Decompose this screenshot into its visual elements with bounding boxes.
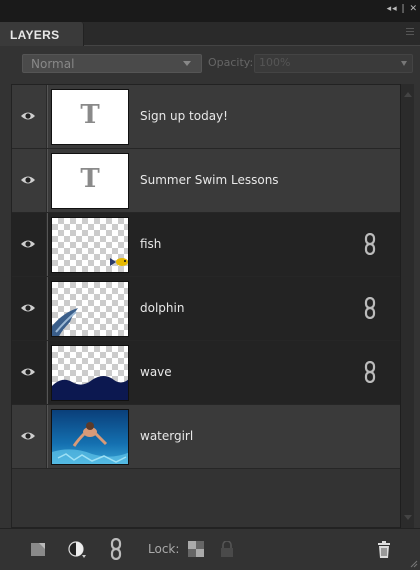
lock-label: Lock:: [148, 542, 180, 556]
resize-grip-icon[interactable]: [408, 558, 418, 568]
scroll-down-icon[interactable]: [404, 515, 412, 520]
eye-icon: [21, 432, 35, 440]
visibility-toggle[interactable]: [12, 85, 47, 148]
scroll-up-icon[interactable]: [404, 92, 412, 97]
layer-row-wave[interactable]: wave: [12, 341, 401, 405]
column-divider: [47, 149, 48, 212]
visibility-toggle[interactable]: [12, 341, 47, 404]
panel-title-bar: ◂◂ | ✕: [0, 0, 420, 22]
layer-name: dolphin: [140, 301, 185, 315]
eye-icon: [21, 304, 35, 312]
link-layers-icon[interactable]: [110, 538, 122, 560]
panel-tab-row: LAYERS: [0, 22, 420, 46]
eye-icon: [21, 176, 35, 184]
eye-icon: [21, 112, 35, 120]
link-icon[interactable]: [364, 361, 376, 383]
layer-thumbnail: [51, 281, 129, 337]
visibility-toggle[interactable]: [12, 277, 47, 340]
layer-name: Sign up today!: [140, 109, 228, 123]
layer-list-scrollbar[interactable]: [400, 84, 414, 528]
trash-icon[interactable]: [376, 541, 392, 558]
layer-row-summer-swim-lessons[interactable]: T Summer Swim Lessons: [12, 149, 401, 213]
blend-mode-value: Normal: [31, 57, 75, 71]
adjustment-layer-icon[interactable]: [68, 541, 88, 559]
column-divider: [47, 405, 48, 468]
opacity-label: Opacity:: [208, 56, 254, 69]
underwater-photo-art: [52, 410, 128, 464]
layer-name: Summer Swim Lessons: [140, 173, 279, 187]
column-divider: [47, 341, 48, 404]
fish-thumbnail-art: [110, 258, 128, 266]
layer-row-fish[interactable]: fish: [12, 213, 401, 277]
lock-all-icon[interactable]: [220, 541, 234, 557]
text-layer-icon: T: [80, 164, 100, 194]
blend-mode-select[interactable]: Normal: [22, 54, 202, 73]
panel-window-controls[interactable]: ◂◂ | ✕: [387, 4, 418, 14]
layer-thumbnail: [51, 345, 129, 401]
layer-name: watergirl: [140, 429, 194, 443]
dolphin-thumbnail-art: [52, 308, 78, 336]
link-icon[interactable]: [364, 233, 376, 255]
layer-name: fish: [140, 237, 162, 251]
tab-layers-label: LAYERS: [10, 28, 60, 42]
text-layer-icon: T: [80, 100, 100, 130]
layer-thumbnail: [51, 217, 129, 273]
eye-icon: [21, 240, 35, 248]
column-divider: [47, 277, 48, 340]
link-icon[interactable]: [364, 297, 376, 319]
layer-row-sign-up-today[interactable]: T Sign up today!: [12, 85, 401, 149]
chevron-down-icon: [401, 61, 407, 66]
visibility-toggle[interactable]: [12, 405, 47, 468]
layer-thumbnail: T: [51, 89, 129, 145]
wave-thumbnail-art: [52, 376, 128, 400]
layer-thumbnail: T: [51, 153, 129, 209]
eye-icon: [21, 368, 35, 376]
layers-toolbar: Lock:: [0, 528, 420, 570]
layer-row-dolphin[interactable]: dolphin: [12, 277, 401, 341]
layer-list: T Sign up today! T Summer Swim Lessons f…: [11, 84, 401, 528]
layer-row-watergirl[interactable]: watergirl: [12, 405, 401, 469]
blend-options-row: Normal Opacity: 100%: [0, 46, 420, 78]
panel-menu-icon[interactable]: [406, 26, 416, 38]
layers-panel: ◂◂ | ✕ LAYERS Normal Opacity: 100% T Sig…: [0, 0, 420, 570]
chevron-down-icon: [183, 61, 191, 66]
visibility-toggle[interactable]: [12, 213, 47, 276]
layer-name: wave: [140, 365, 172, 379]
lock-transparent-pixels-icon[interactable]: [188, 541, 204, 557]
column-divider: [47, 213, 48, 276]
new-layer-icon[interactable]: [30, 541, 46, 557]
visibility-toggle[interactable]: [12, 149, 47, 212]
column-divider: [47, 85, 48, 148]
tab-layers[interactable]: LAYERS: [0, 22, 84, 46]
layer-thumbnail: [51, 409, 129, 465]
opacity-value: 100%: [259, 56, 291, 69]
